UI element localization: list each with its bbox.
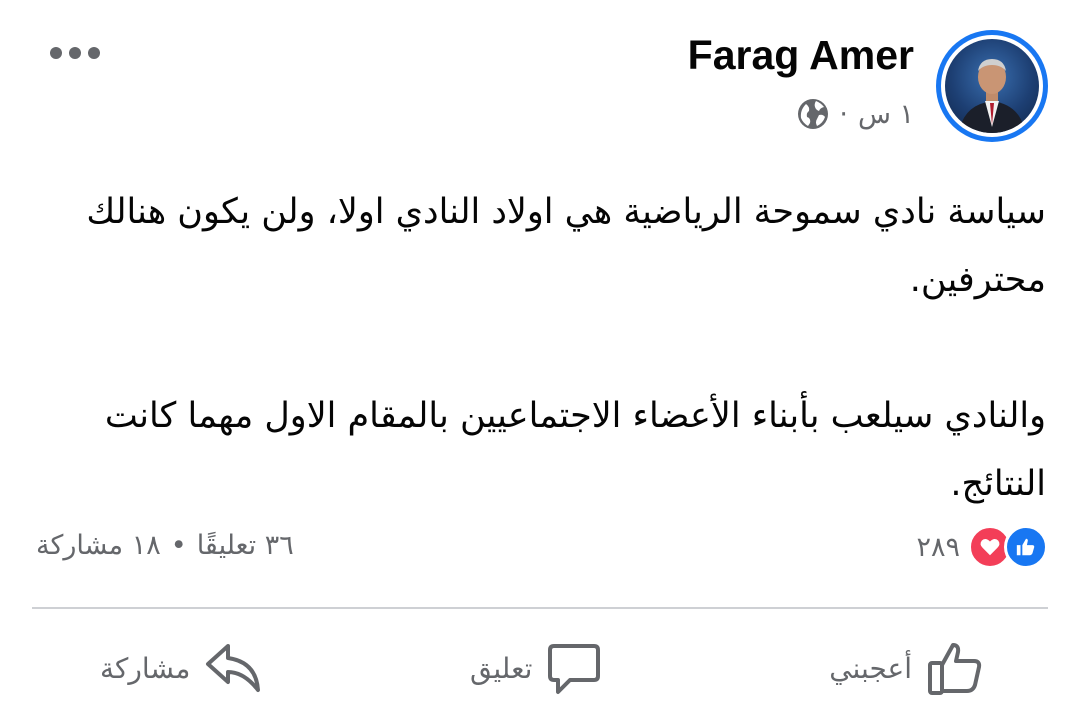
avatar-photo [945,39,1039,133]
comment-label: تعليق [470,651,533,685]
like-icon [1004,525,1048,569]
reaction-count: ٢٨٩ [916,531,960,563]
engagement-stats: ٣٦ تعليقًا • ١٨ مشاركة [36,530,294,561]
share-label: مشاركة [100,651,191,685]
globe-icon[interactable] [797,98,829,130]
author-avatar[interactable] [936,30,1048,142]
more-options-button[interactable] [50,40,100,66]
comments-count[interactable]: ٣٦ تعليقًا [197,530,294,561]
reactions-summary[interactable]: ٢٨٩ [916,525,1048,569]
more-dot-icon [50,47,62,59]
more-dot-icon [69,47,81,59]
like-button[interactable]: أعجبني [829,636,984,700]
person-portrait-icon [959,59,1025,133]
shares-count[interactable]: ١٨ مشاركة [36,530,161,561]
post-time[interactable]: ١ س [858,99,914,130]
meta-separator: · [839,98,848,130]
comment-button[interactable]: تعليق [470,636,602,700]
action-bar: أعجبني تعليق مشاركة [0,636,1080,700]
post-body: سياسة نادي سموحة الرياضية هي اولاد الناد… [36,178,1046,518]
thumbs-up-icon [928,643,982,695]
like-label: أعجبني [829,651,912,685]
post-meta: ١ س · [797,98,914,130]
post-paragraph: سياسة نادي سموحة الرياضية هي اولاد الناد… [86,192,1046,300]
divider [32,607,1048,609]
share-button[interactable]: مشاركة [100,636,262,700]
more-dot-icon [88,47,100,59]
post-paragraph: والنادي سيلعب بأبناء الأعضاء الاجتماعيين… [104,396,1046,504]
author-name[interactable]: Farag Amer [688,32,914,79]
share-arrow-icon [206,644,261,692]
comment-bubble-icon [548,644,601,694]
stats-separator: • [170,530,187,561]
